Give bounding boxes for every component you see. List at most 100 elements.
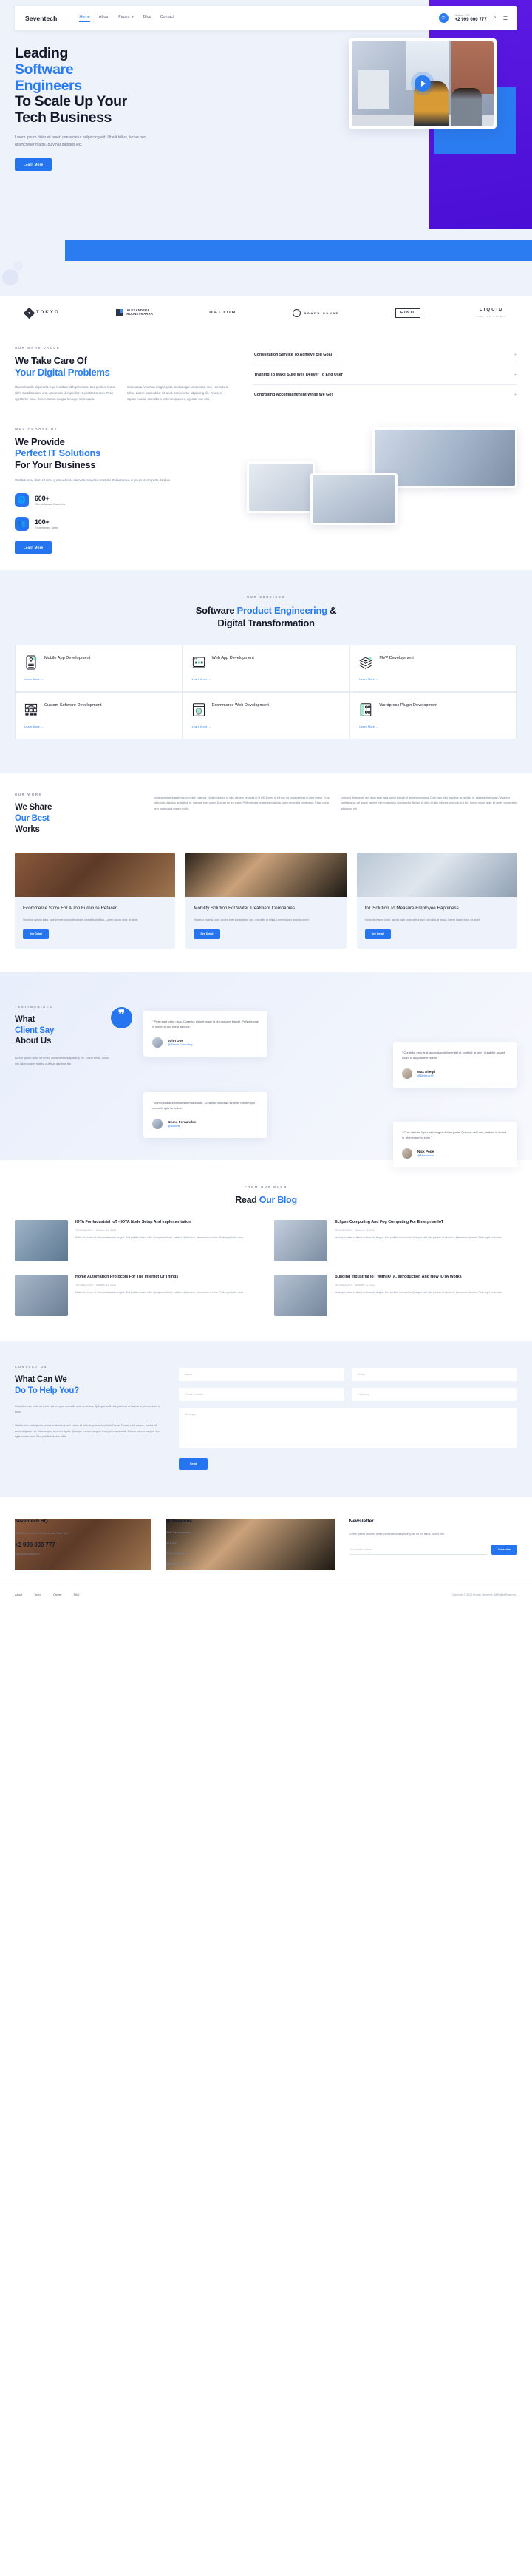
footer-service-link-1[interactable]: PHP Development <box>166 1531 335 1534</box>
play-button-icon[interactable] <box>415 75 431 92</box>
accordion-item-2[interactable]: Training To Make Sure Well Deliver To En… <box>253 365 517 386</box>
work-text-columns: porta sem malesuada magno mollis euismod… <box>154 793 517 835</box>
contact-company-input[interactable] <box>352 1387 517 1401</box>
accordion-question-1: Consultation Service To Achieve Big Goal <box>254 353 332 357</box>
accordion-question-2: Training To Make Sure Well Deliver To En… <box>254 373 343 378</box>
why-cta-button[interactable]: Learn More <box>15 541 52 555</box>
accordion-item-3[interactable]: Controlling Accompaniment While We Go! + <box>253 385 517 404</box>
contact-send-button[interactable]: Send <box>179 1457 208 1470</box>
twitter-icon[interactable]: 𝕏 <box>24 1566 27 1570</box>
nav-item-contact[interactable]: Contact <box>160 15 174 21</box>
footer-hq: Seventech HQ 1234 Duda Road Rd, Tucumcar… <box>15 1518 151 1571</box>
testimonial-handle-4[interactable]: @Musicworks <box>417 1154 434 1157</box>
blog-post-2[interactable]: Eclipse Computing And Fog Computing For … <box>274 1219 517 1261</box>
blog-post-3[interactable]: Home Automation Protocols For The Intern… <box>15 1274 258 1316</box>
quote-icon: ❞ <box>111 1006 132 1028</box>
footer-link-about[interactable]: About <box>15 1593 22 1596</box>
service-card-mvp[interactable]: MVP Development Learn More → <box>349 645 517 693</box>
service-more-mvp[interactable]: Learn More → <box>359 678 508 681</box>
testimonials-copy: TESTIMONIALS What Client Say About Us Lo… <box>15 997 111 1131</box>
services-title-line2: Digital Transformation <box>217 617 315 629</box>
work-eyebrow: OUR WORK <box>15 793 43 797</box>
nav-item-about[interactable]: About <box>99 15 109 21</box>
footer-email[interactable]: hello@seventech.io <box>15 1553 151 1556</box>
testimonials-title-l1: What <box>15 1014 35 1024</box>
work-card-mobility[interactable]: Mobility Solution For Water Treatment Co… <box>185 853 347 949</box>
contact-email-input[interactable] <box>352 1367 517 1381</box>
testimonial-name-1: John Doe <box>168 1038 183 1043</box>
testimonial-quote-1: " Proin eget tortor risus. Curabitur ali… <box>152 1019 259 1029</box>
linkedin-icon[interactable]: in <box>47 1566 50 1570</box>
stat-clients-number: 600+ <box>35 495 50 503</box>
work-card-button[interactable]: See Detail <box>194 929 220 939</box>
testimonial-handle-3[interactable]: @Stuoms <box>168 1125 196 1128</box>
brand-logo[interactable]: Seventech <box>15 15 57 22</box>
logo-dalton-label: DALTON <box>209 311 237 315</box>
blog-post-title[interactable]: Home Automation Protocols For The Intern… <box>75 1275 258 1281</box>
contact-name-input[interactable] <box>179 1367 344 1381</box>
accordion-item-1[interactable]: Consultation Service To Achieve Big Goal… <box>253 350 517 366</box>
footer-copyright: Copyright © 2021 Envato Elements. All Ri… <box>451 1593 517 1596</box>
shop-bulb-icon <box>192 703 205 716</box>
work-card-ecommerce[interactable]: Ecommerce Store For A Top Furniture Reta… <box>15 853 176 949</box>
footer-phone[interactable]: +2 999 000 777 <box>15 1542 151 1548</box>
blog-post-1[interactable]: IOTA For Industrial IoT - IOTA Node Setu… <box>15 1219 258 1261</box>
work-title: We Share Our Best Works <box>15 802 139 835</box>
testimonial-handle-1[interactable]: @Shevia.Consulting <box>168 1043 192 1046</box>
blog-post-title[interactable]: Building Industrial IoT With IOTA. Intro… <box>335 1275 517 1281</box>
hotline-number[interactable]: +2 999 000 777 <box>455 18 487 22</box>
hero-cta-button[interactable]: Learn More <box>15 157 52 171</box>
service-card-custom-software[interactable]: Custom Software Development Learn More → <box>15 692 183 740</box>
newsletter-subscribe-button[interactable]: Subscribe <box>491 1545 517 1556</box>
service-more-ecommerce[interactable]: Learn More → <box>192 725 341 728</box>
contact-phone-input[interactable] <box>179 1387 344 1401</box>
nav-item-blog[interactable]: Blog <box>143 15 151 21</box>
why-title-l1: We Provide <box>15 435 65 447</box>
work-card-text: Vivamus magna justo, lacinia eget consec… <box>364 918 480 921</box>
instagram-icon[interactable]: ◎ <box>35 1566 38 1570</box>
blog-post-image <box>15 1219 68 1261</box>
service-more-mobile-app[interactable]: Learn More → <box>24 678 173 681</box>
service-more-custom-software[interactable]: Learn More → <box>24 725 173 728</box>
footer-link-career[interactable]: Career <box>53 1593 62 1596</box>
logo-boardhouse: BOARD HOUSE <box>293 308 339 317</box>
footer-link-team[interactable]: Team <box>34 1593 41 1596</box>
footer-service-link-3[interactable]: AI Development <box>166 1551 335 1555</box>
service-card-web-app[interactable]: Web App Development Learn More → <box>182 645 350 693</box>
footer-link-faq[interactable]: FAQ <box>74 1593 80 1596</box>
mobile-phone-icon <box>26 655 37 670</box>
core-value-eyebrow: OUR CORE VALUE <box>15 346 61 350</box>
blog-post-title[interactable]: IOTA For Industrial IoT - IOTA Node Setu… <box>75 1220 258 1226</box>
service-card-ecommerce[interactable]: Ecommerce Web Development Learn More → <box>182 692 350 740</box>
footer-service-link-4[interactable]: Machine Learning <box>166 1562 335 1565</box>
hero-video-card <box>349 38 497 129</box>
newsletter-email-input[interactable] <box>349 1545 488 1556</box>
testimonial-card-3: " Donec sollicitudin molestie malesuada.… <box>143 1091 267 1138</box>
hamburger-icon[interactable]: ☰ <box>503 16 508 21</box>
plus-icon[interactable]: + <box>514 373 517 378</box>
footer-newsletter-title: Newsletter <box>349 1518 374 1524</box>
nav-item-home[interactable]: Home <box>79 15 91 22</box>
service-more-web-app[interactable]: Learn More → <box>192 678 341 681</box>
contact-message-input[interactable] <box>179 1407 517 1448</box>
blog-post-title[interactable]: Eclipse Computing And Fog Computing For … <box>335 1220 517 1226</box>
chevron-down-icon: ▼ <box>131 15 134 18</box>
work-card-button[interactable]: See Detail <box>23 929 50 939</box>
grid-icon <box>115 308 124 317</box>
blog-post-4[interactable]: Building Industrial IoT With IOTA. Intro… <box>274 1274 517 1316</box>
service-more-wordpress[interactable]: Learn More → <box>359 725 508 728</box>
work-card-button[interactable]: See Detail <box>364 929 391 939</box>
avatar <box>152 1118 163 1129</box>
main-navbar: Seventech Home About Pages ▼ Blog Contact… <box>15 6 517 30</box>
footer-service-link-2[interactable]: AI & ML <box>166 1541 335 1545</box>
service-card-mobile-app[interactable]: Mobile App Development Learn More → <box>15 645 183 693</box>
plus-icon[interactable]: + <box>514 353 517 358</box>
search-icon[interactable]: ⌕ <box>494 16 497 21</box>
testimonials-eyebrow: TESTIMONIALS <box>15 1004 53 1009</box>
testimonial-handle-2[interactable]: @Direkrut.HR <box>417 1074 435 1077</box>
work-card-iot[interactable]: IoT Solution To Measure Employee Happine… <box>356 853 517 949</box>
facebook-icon[interactable]: f <box>15 1566 16 1570</box>
plus-icon[interactable]: + <box>514 393 517 398</box>
nav-item-pages[interactable]: Pages ▼ <box>118 15 134 21</box>
service-card-wordpress[interactable]: Wordpress Plugin Development Learn More … <box>349 692 517 740</box>
